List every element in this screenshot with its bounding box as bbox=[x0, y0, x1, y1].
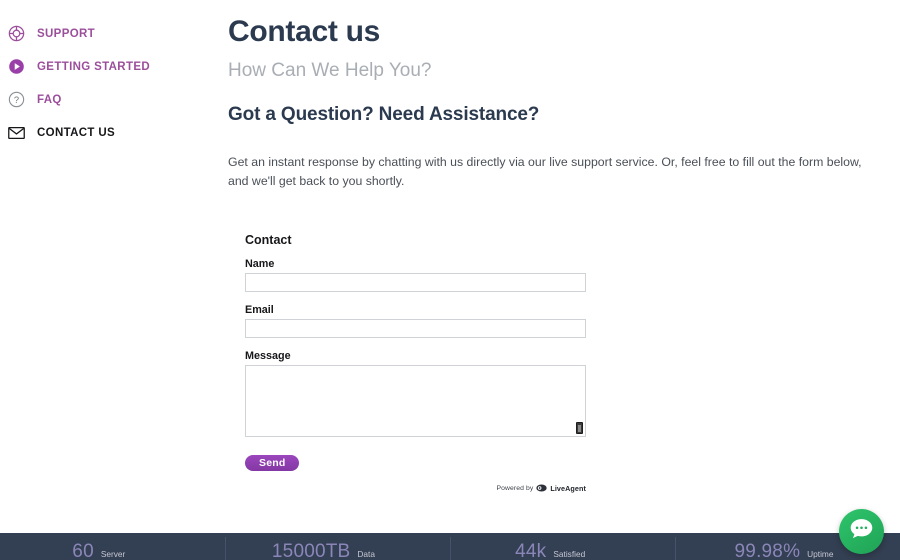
sidebar-item-faq[interactable]: ? FAQ bbox=[0, 83, 228, 116]
send-button[interactable]: Send bbox=[245, 454, 300, 471]
main-content: Contact us How Can We Help You? Got a Qu… bbox=[228, 0, 900, 493]
powered-by-liveagent: Powered by LiveAgent bbox=[245, 484, 586, 493]
stat-number: 15000TB bbox=[271, 541, 351, 560]
message-field-wrapper bbox=[245, 364, 586, 437]
page-title: Contact us bbox=[228, 15, 381, 48]
liveagent-brand-name: LiveAgent bbox=[550, 483, 586, 493]
form-heading: Contact bbox=[245, 232, 292, 247]
powered-by-text: Powered by bbox=[496, 484, 534, 492]
message-label: Message bbox=[245, 349, 291, 362]
email-input[interactable] bbox=[245, 318, 586, 338]
contact-form: Contact Name Email Message Send Powered … bbox=[245, 233, 590, 493]
stat-item: 15000TB Data MANAGED bbox=[225, 537, 450, 560]
stats-bar: 60 Server LOCATIONS 15000TB Data MANAGED… bbox=[0, 533, 900, 560]
stat-item: 60 Server LOCATIONS bbox=[0, 541, 225, 560]
stat-text: Uptime SO FAR bbox=[807, 549, 840, 560]
question-circle-icon: ? bbox=[7, 90, 26, 109]
sidebar-item-getting-started[interactable]: GETTING STARTED bbox=[0, 50, 228, 83]
sidebar-item-label: FAQ bbox=[37, 93, 62, 106]
lifering-icon bbox=[7, 24, 26, 43]
liveagent-logo-icon bbox=[536, 484, 548, 492]
name-input[interactable] bbox=[245, 272, 586, 292]
sidebar-item-label: SUPPORT bbox=[37, 27, 96, 40]
play-circle-icon bbox=[7, 57, 26, 76]
svg-text:?: ? bbox=[14, 95, 19, 105]
chat-widget-button[interactable] bbox=[839, 509, 884, 554]
sidebar-item-label: CONTACT US bbox=[37, 126, 116, 139]
contact-us-page: SUPPORT GETTING STARTED ? FAQ CONTACT US… bbox=[0, 0, 900, 560]
sidebar-item-contact-us[interactable]: CONTACT US bbox=[0, 116, 228, 149]
name-label: Name bbox=[245, 257, 275, 270]
chat-bubble-icon bbox=[848, 516, 875, 547]
envelope-icon bbox=[7, 123, 26, 142]
sidebar-item-support[interactable]: SUPPORT bbox=[0, 17, 228, 50]
stat-text: Server LOCATIONS bbox=[101, 549, 153, 560]
stat-number: 44k bbox=[515, 541, 547, 560]
stat-text: Satisfied CUSTOMERS bbox=[553, 549, 609, 560]
sidebar-nav: SUPPORT GETTING STARTED ? FAQ CONTACT US bbox=[0, 0, 228, 149]
stat-number: 99.98% bbox=[734, 541, 801, 560]
sidebar-item-label: GETTING STARTED bbox=[37, 60, 151, 73]
stat-item: 44k Satisfied CUSTOMERS bbox=[450, 537, 675, 560]
stat-text: Data MANAGED bbox=[357, 549, 403, 560]
message-input[interactable] bbox=[245, 364, 586, 437]
intro-paragraph: Get an instant response by chatting with… bbox=[228, 155, 862, 189]
section-heading: Got a Question? Need Assistance? bbox=[228, 104, 540, 126]
page-subtitle: How Can We Help You? bbox=[228, 59, 432, 81]
stat-number: 60 bbox=[72, 541, 94, 560]
email-label: Email bbox=[245, 303, 274, 316]
